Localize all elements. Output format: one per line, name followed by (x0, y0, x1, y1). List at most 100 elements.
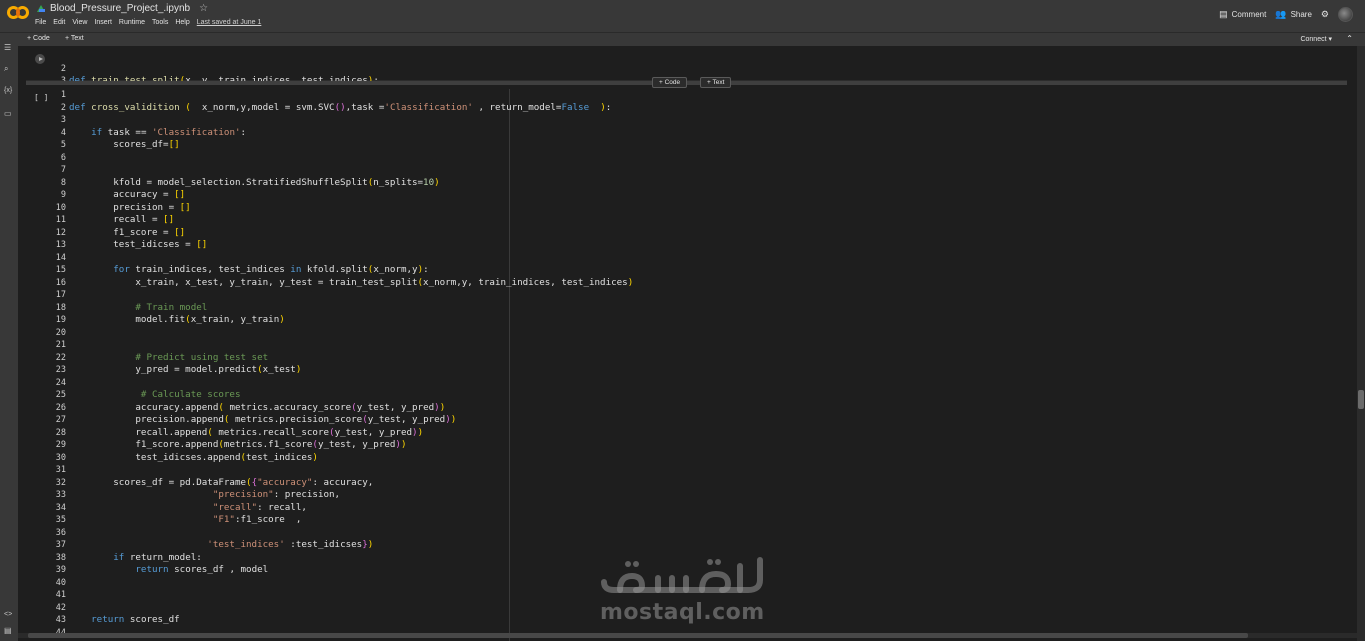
avatar[interactable] (1338, 7, 1353, 22)
code-text: "precision": precision, (212, 489, 341, 500)
mostaql-latin-text: mostaql.com (600, 600, 765, 625)
code-line: 8 kfold = model_selection.StratifiedShuf… (52, 177, 1342, 190)
code-line: 7 (52, 164, 1342, 177)
code-text: test_idicses.append(test_indices) (69, 451, 318, 463)
code-line: 32 scores_df = pd.DataFrame({"accuracy":… (52, 477, 1342, 490)
star-icon[interactable]: ☆ (199, 3, 208, 14)
search-icon[interactable]: ⌕ (4, 65, 8, 73)
menu-edit[interactable]: Edit (53, 19, 65, 26)
code-line: 1 (52, 89, 1342, 102)
insert-text-button[interactable]: + Text (700, 77, 732, 88)
line-number: 12 (55, 227, 66, 238)
insert-code-button[interactable]: + Code (652, 77, 688, 88)
code-text: precision.append( metrics.precision_scor… (69, 414, 457, 425)
code-line: 23 y_pred = model.predict(x_test) (52, 364, 1342, 377)
horizontal-scroll-thumb[interactable] (28, 633, 1248, 638)
line-number: 10 (55, 202, 66, 213)
code-text: recall.append( metrics.recall_score(y_te… (69, 426, 424, 438)
line-number: 38 (55, 552, 66, 563)
code-line: 2 def cross_validition ( x_norm,y,model =… (52, 102, 1342, 115)
comment-icon: ▤ (1219, 9, 1228, 19)
code-line: 15 for train_indices, test_indices in kf… (52, 264, 1342, 277)
menu-tools[interactable]: Tools (152, 19, 168, 26)
notebook-title[interactable]: Blood_Pressure_Project_.ipynb (50, 3, 190, 14)
drive-icon (37, 5, 45, 12)
chevron-up-icon[interactable]: ⌃ (1346, 34, 1353, 43)
menu-file[interactable]: File (35, 19, 46, 26)
last-saved-link[interactable]: Last saved at June 1 (197, 19, 262, 26)
line-number: 43 (55, 615, 66, 625)
code-line: 18 # Train model (52, 302, 1342, 315)
header-actions: ▤ Comment 👥 Share ⚙ (1219, 7, 1353, 22)
line-number: 31 (55, 465, 66, 475)
code-line: 9 accuracy = [] (52, 189, 1342, 202)
terminal-icon[interactable]: ▤ (4, 627, 12, 635)
code-text: x_train, x_test, y_train, y_test = train… (69, 276, 634, 288)
line-number: 24 (55, 377, 66, 388)
code-line: 30 test_idicses.append(test_indices) (52, 452, 1342, 465)
code-text: scores_df=[] (69, 139, 180, 150)
comment-button[interactable]: ▤ Comment (1219, 9, 1266, 20)
line-number: 19 (55, 315, 66, 325)
code-text: model.fit(x_train, y_train) (69, 314, 285, 325)
code-line: 21 (52, 339, 1342, 352)
menu-bar: File Edit View Insert Runtime Tools Help… (35, 19, 261, 26)
code-line: 26 accuracy.append( metrics.accuracy_sco… (52, 402, 1342, 415)
line-number: 14 (55, 252, 66, 263)
share-button[interactable]: 👥 Share (1275, 10, 1312, 20)
code-text: for train_indices, test_indices in kfold… (113, 264, 429, 275)
run-cell-icon[interactable] (35, 54, 45, 64)
line-number: 36 (55, 527, 66, 538)
code-line: 10 precision = [] (52, 202, 1342, 215)
gear-icon[interactable]: ⚙ (1321, 10, 1329, 19)
code-line: 6 (52, 152, 1342, 165)
code-text: precision = [] (69, 201, 191, 213)
code-line: 3 return x[train_indices], x[test_indice… (52, 63, 1342, 99)
line-number: 17 (55, 290, 66, 300)
line-number: 27 (55, 415, 66, 425)
line-number: 5 (60, 140, 66, 150)
menu-help[interactable]: Help (175, 19, 189, 26)
cell-1-editor[interactable]: 2 def train_test_split(x, y, train_indic… (52, 50, 1342, 99)
menu-insert[interactable]: Insert (94, 19, 112, 26)
menu-view[interactable]: View (72, 19, 87, 26)
line-number: 8 (60, 177, 66, 188)
horizontal-scrollbar[interactable] (18, 633, 1357, 638)
table-of-contents-icon[interactable]: ☰ (4, 44, 11, 52)
code-line: 34 "recall": recall, (52, 502, 1342, 515)
code-line: 36 (52, 527, 1342, 540)
menu-runtime[interactable]: Runtime (119, 19, 145, 26)
line-number: 6 (60, 152, 66, 163)
code-line: 17 (52, 289, 1342, 302)
line-number: 20 (55, 327, 66, 338)
share-label: Share (1290, 10, 1312, 19)
vertical-scroll-thumb[interactable] (1358, 390, 1364, 409)
code-text: # Train model (69, 301, 208, 313)
code-text: y_pred = model.predict(x_test) (69, 364, 302, 375)
colab-logo[interactable] (7, 6, 29, 20)
code-snippets-icon[interactable]: <> (4, 611, 12, 618)
code-text: kfold = model_selection.StratifiedShuffl… (69, 176, 440, 188)
code-text: accuracy = [] (69, 189, 186, 200)
code-text: if return_model: (113, 551, 202, 563)
add-code-button[interactable]: + Code (27, 35, 50, 42)
run-cell-button[interactable]: [ ] (34, 93, 48, 102)
code-line: 27 precision.append( metrics.precision_s… (52, 414, 1342, 427)
line-number: 41 (55, 590, 66, 600)
code-text: test_idicses = [] (69, 239, 208, 250)
add-text-button[interactable]: + Text (65, 35, 84, 42)
vertical-scrollbar[interactable] (1357, 46, 1365, 641)
line-number: 32 (55, 477, 66, 488)
code-text: recall = [] (69, 214, 175, 225)
line-number: 9 (60, 190, 66, 200)
variables-icon[interactable]: {x} (4, 87, 12, 94)
files-icon[interactable]: ▭ (4, 110, 12, 118)
line-number: 42 (55, 602, 66, 613)
left-sidebar: ☰ ⌕ {x} ▭ <> ▤ (0, 44, 18, 641)
code-line: 20 (52, 327, 1342, 340)
line-number: 25 (55, 390, 66, 400)
code-cell-1[interactable]: 2 def train_test_split(x, y, train_indic… (26, 50, 1347, 99)
line-number: 35 (55, 515, 66, 525)
code-text: def cross_validition ( x_norm,y,model = … (69, 101, 612, 113)
connect-button[interactable]: Connect ▾ (1300, 35, 1332, 43)
